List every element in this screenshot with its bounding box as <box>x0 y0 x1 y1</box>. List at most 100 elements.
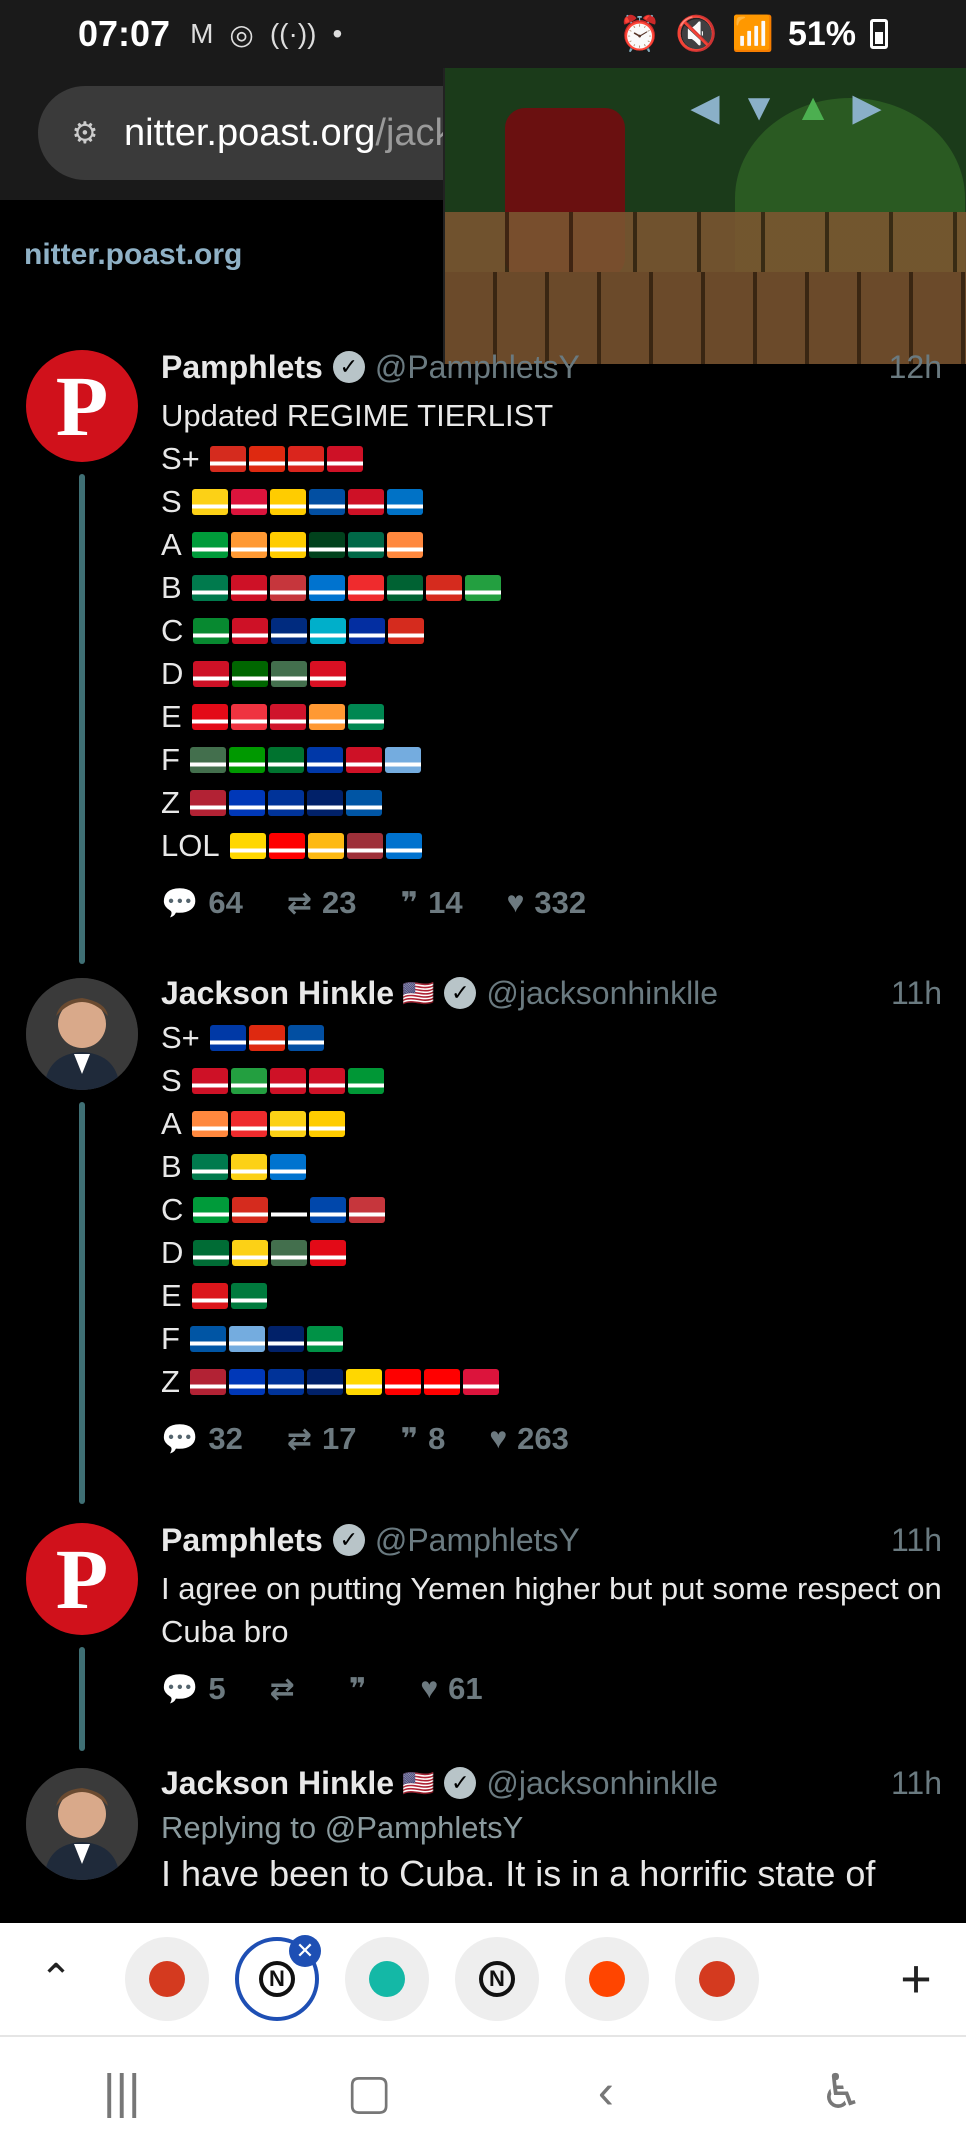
author-name[interactable]: Pamphlets <box>161 349 323 386</box>
tier-label: LOL <box>161 827 220 863</box>
flag-icon <box>209 1024 246 1051</box>
new-tab-button[interactable]: + <box>866 1948 966 2010</box>
reply-count[interactable]: 💬 64 <box>161 885 243 921</box>
author-name[interactable]: Pamphlets <box>161 1522 323 1559</box>
site-settings-icon[interactable]: ⚙ <box>60 113 110 153</box>
back-icon[interactable]: ‹ <box>598 2065 614 2120</box>
alarm-icon: ⏰ <box>618 15 662 53</box>
url-text[interactable]: nitter.poast.org/jack <box>124 112 454 155</box>
flag-icon <box>271 1196 308 1223</box>
author-name[interactable]: Jackson Hinkle <box>161 975 394 1012</box>
tweet-time[interactable]: 11h <box>891 1765 942 1802</box>
tweet[interactable]: P Pamphlets ✓ @PamphletsY 12h Updated RE… <box>0 344 966 964</box>
tier-row: B <box>161 566 942 609</box>
tier-label: Z <box>161 784 180 820</box>
tweet[interactable]: Jackson Hinkle 🇺🇸 ✓ @jacksonhinklle 11h … <box>0 1760 966 1923</box>
flag-icon <box>228 1368 265 1395</box>
like-count[interactable]: ♥ 263 <box>489 1421 569 1457</box>
reply-count[interactable]: 💬 32 <box>161 1421 243 1457</box>
comment-icon: 💬 <box>161 1422 199 1456</box>
quote-count[interactable]: ❞ <box>349 1672 377 1707</box>
home-icon[interactable]: ▢ <box>346 2064 391 2120</box>
retweet-count[interactable]: ⇄ <box>270 1672 305 1707</box>
tab-4[interactable]: N <box>455 1937 539 2021</box>
tweet-time[interactable]: 11h <box>891 975 942 1012</box>
quote-count[interactable]: ❞ 8 <box>400 1421 445 1457</box>
tier-row: E <box>161 695 942 738</box>
tweet[interactable]: Jackson Hinkle 🇺🇸 ✓ @jacksonhinklle 11h … <box>0 970 966 1510</box>
quote-count[interactable]: ❞ 14 <box>400 885 462 921</box>
flag-icon <box>346 832 383 859</box>
tier-label: S+ <box>161 1019 200 1055</box>
avatar[interactable] <box>26 978 138 1090</box>
flag-icon <box>228 746 265 773</box>
tier-row: E <box>161 1274 942 1317</box>
retweet-count[interactable]: ⇄ 17 <box>287 1421 357 1457</box>
avatar[interactable] <box>26 1768 138 1880</box>
flag-icon <box>388 617 425 644</box>
tab-5[interactable] <box>565 1937 649 2021</box>
avatar[interactable]: P <box>26 1523 138 1635</box>
author-handle[interactable]: @PamphletsY <box>375 349 580 386</box>
thread-line <box>79 474 85 964</box>
site-favicon-icon <box>149 1961 185 1997</box>
author-handle[interactable]: @jacksonhinklle <box>486 975 718 1012</box>
avatar[interactable]: P <box>26 350 138 462</box>
tier-label: E <box>161 698 182 734</box>
retweet-icon: ⇄ <box>286 1422 312 1456</box>
picture-in-picture-video[interactable]: ◀ ▼ ▲ ▶ <box>443 68 966 364</box>
flag-icon <box>232 1196 269 1223</box>
replying-to-handle[interactable]: @PamphletsY <box>325 1810 524 1845</box>
url-domain: nitter.poast.org <box>124 111 376 154</box>
tier-label: S+ <box>161 440 200 476</box>
flag-icon <box>193 1196 230 1223</box>
tab-3[interactable] <box>345 1937 429 2021</box>
flag-icon <box>230 703 267 730</box>
recents-icon[interactable]: ||| <box>103 2065 140 2120</box>
flag-icon <box>308 1067 345 1094</box>
tweet-time[interactable]: 12h <box>889 349 942 386</box>
flag-icon <box>267 1325 304 1352</box>
tweet-stats: 💬 5 ⇄ ❞ ♥ 61 <box>161 1671 942 1707</box>
tier-row: A <box>161 523 942 566</box>
flag-icon <box>310 1196 347 1223</box>
flag-icon <box>271 617 308 644</box>
flag-icon <box>189 1368 226 1395</box>
reply-count[interactable]: 💬 5 <box>161 1671 226 1707</box>
tweet-time[interactable]: 11h <box>891 1522 942 1559</box>
chevron-up-icon[interactable]: ⌃ <box>0 1956 112 2002</box>
close-tab-icon[interactable]: ✕ <box>289 1935 321 1967</box>
comment-icon: 💬 <box>161 886 199 920</box>
tweet[interactable]: P Pamphlets ✓ @PamphletsY 11h I agree on… <box>0 1517 966 1757</box>
accessibility-icon[interactable]: ♿ <box>820 2064 863 2120</box>
flag-icon <box>345 1368 382 1395</box>
like-count[interactable]: ♥ 332 <box>507 885 587 921</box>
messenger-icon: ◎ <box>229 18 254 50</box>
like-count[interactable]: ♥ 61 <box>420 1671 482 1707</box>
tab-2[interactable]: N ✕ <box>235 1935 321 2021</box>
flag-icon <box>347 703 384 730</box>
flag-icon <box>191 1153 228 1180</box>
flag-icon <box>228 789 265 816</box>
tier-list: S+ S A B C D E F Z <box>161 1016 942 1403</box>
android-nav-bar: ||| ▢ ‹ ♿ <box>0 2035 966 2147</box>
flag-icon <box>232 617 269 644</box>
tier-label: F <box>161 1320 180 1356</box>
tier-row: S <box>161 1059 942 1102</box>
quote-icon: ❞ <box>400 886 419 920</box>
author-handle[interactable]: @jacksonhinklle <box>486 1765 718 1802</box>
tier-row: F <box>161 738 942 781</box>
tier-label: A <box>161 1105 182 1141</box>
author-name[interactable]: Jackson Hinkle <box>161 1765 394 1802</box>
retweet-count[interactable]: ⇄ 23 <box>287 885 357 921</box>
thread-line <box>79 1102 85 1504</box>
tab-6[interactable] <box>675 1937 759 2021</box>
author-handle[interactable]: @PamphletsY <box>375 1522 580 1559</box>
site-name-link[interactable]: nitter.poast.org <box>24 238 242 272</box>
tier-row: Z <box>161 1360 942 1403</box>
tab-1[interactable] <box>125 1937 209 2021</box>
flag-icon <box>191 1067 228 1094</box>
flag-icon <box>267 1368 304 1395</box>
verified-icon: ✓ <box>332 1524 365 1556</box>
tweet-text: I have been to Cuba. It is in a horrific… <box>161 1853 876 1894</box>
